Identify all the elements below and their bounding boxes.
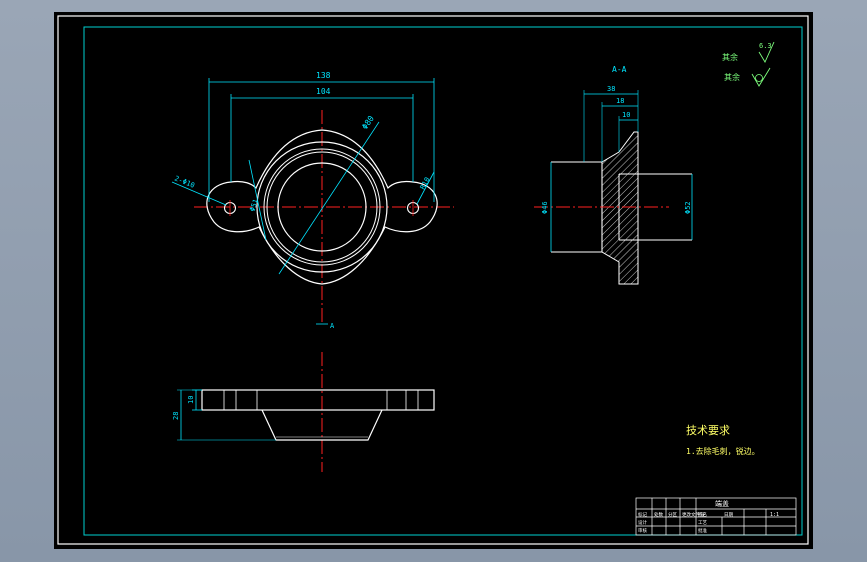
roughness-other-value: 6.3	[759, 42, 772, 50]
dim-text-138: 138	[316, 71, 331, 80]
title-cell-6: 日期	[724, 512, 733, 518]
section-cut-label: A	[330, 322, 335, 330]
outer-border	[57, 15, 809, 545]
front-flange-plate	[201, 389, 435, 411]
technical-requirements: 技术要求 1.去除毛刺，锐边。	[686, 424, 760, 456]
tech-req-heading: 技术要求	[686, 424, 730, 437]
title-cell-2: 处数	[654, 511, 663, 518]
title-block-text: 端盖 1:1 标记 处数 分区 更改文件号 签名 日期 设计 审核 工艺 批准	[638, 499, 779, 534]
title-row-1: 设计	[638, 519, 647, 526]
dim-text-sec-left-height: Φ46	[541, 201, 549, 214]
title-row-3: 工艺	[698, 520, 707, 526]
roughness-remaining-label: 其余	[724, 72, 740, 82]
title-cell-5: 签名	[698, 511, 707, 518]
dim-text-104: 104	[316, 87, 331, 96]
title-row-4: 批准	[698, 527, 707, 534]
roughness-symbol-2	[751, 67, 771, 87]
title-cell-1: 标记	[638, 511, 647, 518]
section-view: A-A 38 18 10 Φ46 Φ52	[534, 65, 693, 285]
section-title: A-A	[612, 65, 627, 74]
dim-text-front-28: 28	[172, 412, 180, 420]
dim-line-diag-80	[278, 121, 380, 275]
front-view: 10 28	[172, 352, 435, 472]
title-row-2: 审核	[638, 527, 647, 534]
tech-req-item-1: 1.去除毛刺，锐边。	[686, 446, 760, 456]
top-view: 138 104 Φ80 Φ51 2-Φ10 R10 A	[171, 71, 454, 330]
title-scale: 1:1	[770, 512, 779, 518]
dim-text-51: Φ51	[248, 198, 260, 213]
dim-text-sec-10: 10	[622, 111, 630, 119]
section-hatch	[601, 131, 639, 285]
dim-text-sec-38: 38	[607, 85, 615, 93]
cad-drawing: 138 104 Φ80 Φ51 2-Φ10 R10 A 10 28 A-A 38…	[57, 15, 809, 545]
roughness-circle	[755, 74, 763, 82]
inner-border	[83, 26, 803, 536]
title-part-name: 端盖	[715, 499, 729, 508]
drawing-sheet: 138 104 Φ80 Φ51 2-Φ10 R10 A 10 28 A-A 38…	[54, 12, 813, 549]
title-cell-3: 分区	[668, 511, 677, 518]
dim-text-front-10: 10	[187, 396, 195, 404]
roughness-note: 其余 6.3 其余	[722, 41, 775, 87]
dim-text-sec-right-height: Φ52	[684, 201, 692, 214]
dim-text-diag-80: Φ80	[360, 114, 376, 131]
roughness-other-label: 其余	[722, 52, 738, 62]
dim-text-sec-18: 18	[616, 97, 624, 105]
